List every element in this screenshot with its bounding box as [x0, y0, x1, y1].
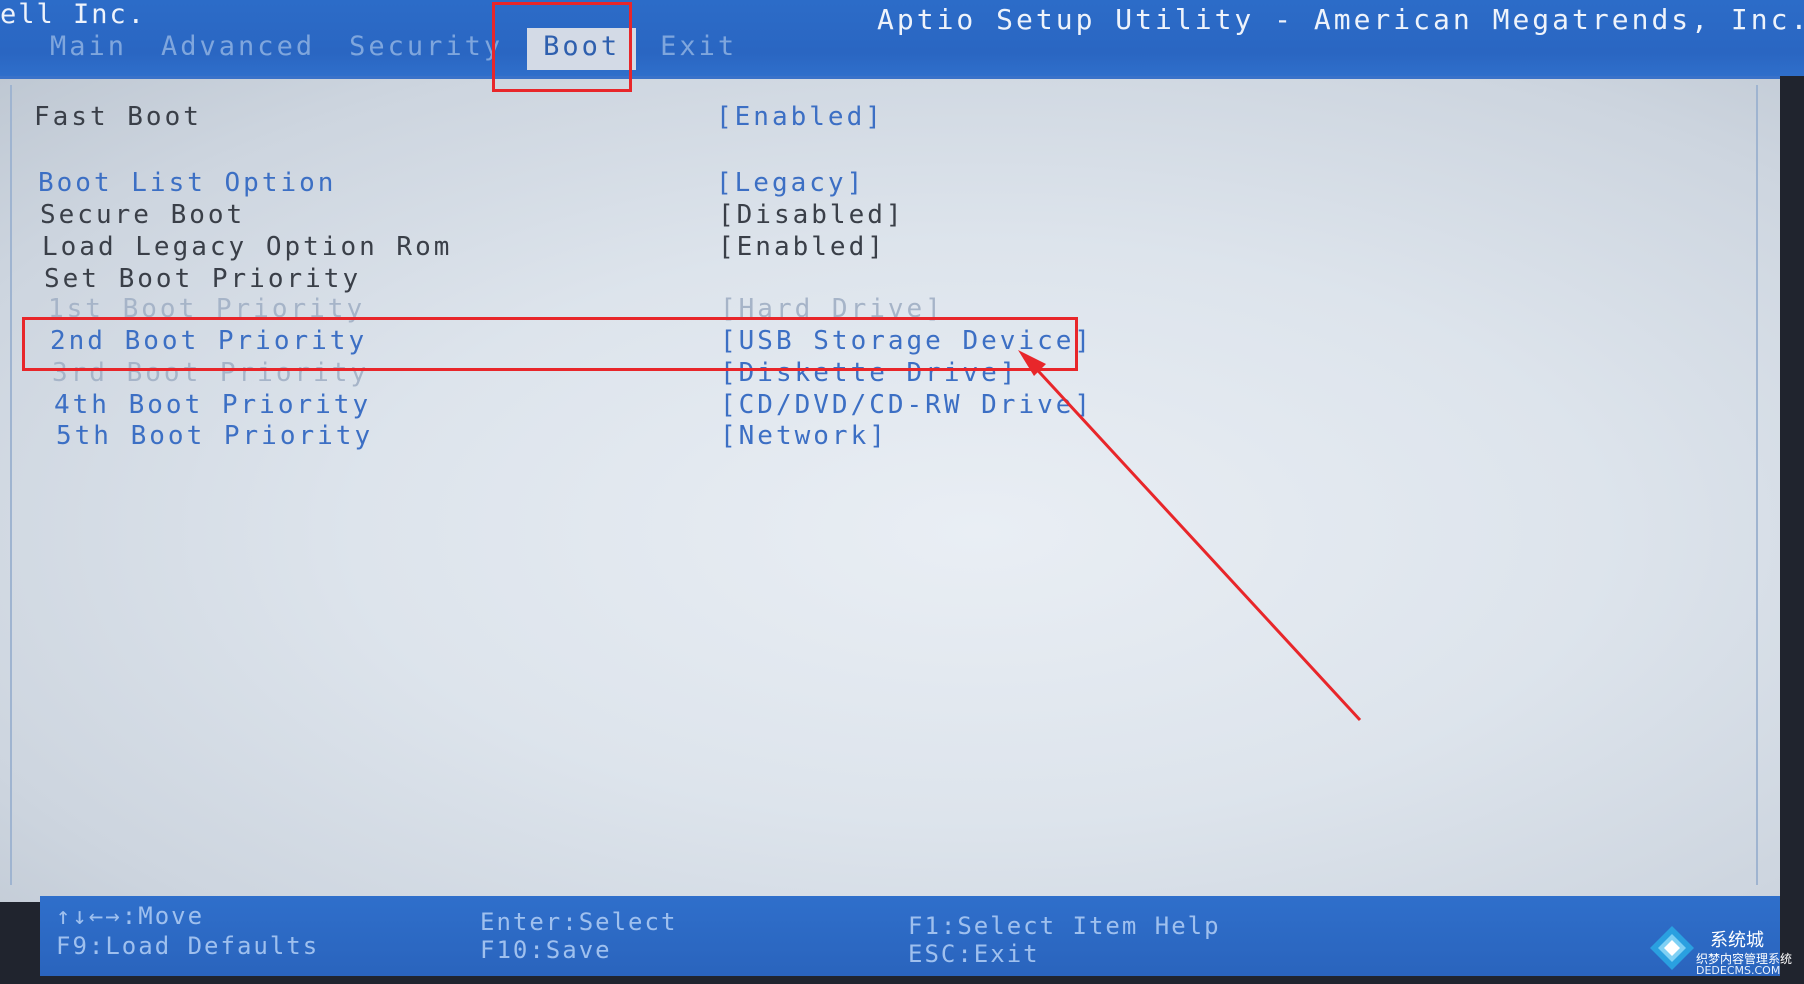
setting-label: Boot List Option [38, 168, 337, 198]
utility-title: Aptio Setup Utility - American Megatrend… [877, 3, 1804, 36]
row-highlight-box [22, 317, 1078, 371]
watermark-url: DEDECMS.COM [1696, 964, 1781, 977]
setting-value[interactable]: [Legacy] [716, 167, 865, 199]
setting-label: Set Boot Priority [44, 264, 362, 294]
setting-row-boot-list-option[interactable]: Boot List Option [Legacy] [0, 167, 1780, 199]
tab-main[interactable]: Main [40, 30, 137, 70]
settings-panel: Fast Boot [Enabled] Boot List Option [Le… [0, 76, 1780, 902]
hint-save: F10:Save [480, 936, 612, 964]
tab-security[interactable]: Security [339, 30, 513, 70]
bios-screen: ell Inc. Aptio Setup Utility - American … [0, 0, 1804, 984]
hint-exit: ESC:Exit [908, 940, 1040, 968]
setting-row-load-legacy-option-rom[interactable]: Load Legacy Option Rom [Enabled] [0, 231, 1780, 263]
setting-label: Fast Boot [34, 102, 202, 132]
watermark-brand: 系统城 [1710, 930, 1764, 951]
setting-label: 5th Boot Priority [56, 421, 374, 451]
setting-row-set-boot-priority: Set Boot Priority [0, 263, 1780, 295]
tab-highlight-box [492, 2, 632, 92]
setting-row-5th-boot-priority[interactable]: 5th Boot Priority [Network] [0, 420, 1780, 452]
setting-label: Secure Boot [40, 200, 246, 230]
hint-load-defaults: F9:Load Defaults [56, 932, 320, 960]
setting-value[interactable]: [Disabled] [718, 199, 905, 231]
setting-value[interactable]: [Network] [720, 420, 888, 452]
setting-label: Load Legacy Option Rom [42, 232, 453, 262]
setting-label: 4th Boot Priority [54, 390, 372, 420]
setting-row-fast-boot[interactable]: Fast Boot [Enabled] [0, 101, 1780, 133]
vendor-name: ell Inc. [0, 0, 147, 30]
setting-row-secure-boot[interactable]: Secure Boot [Disabled] [0, 199, 1780, 231]
setting-row-4th-boot-priority[interactable]: 4th Boot Priority [CD/DVD/CD-RW Drive] [0, 389, 1780, 421]
setting-value[interactable]: [Enabled] [718, 231, 886, 263]
hint-move: ↑↓←→:Move [56, 902, 205, 930]
header-bar: ell Inc. Aptio Setup Utility - American … [0, 0, 1804, 76]
setting-value[interactable]: [CD/DVD/CD-RW Drive] [720, 389, 1093, 421]
hint-item-help: F1:Select Item Help [908, 912, 1221, 940]
tab-advanced[interactable]: Advanced [151, 30, 325, 70]
tab-bar: Main Advanced Security Boot Exit [40, 28, 761, 70]
tab-exit[interactable]: Exit [650, 30, 747, 70]
setting-value[interactable]: [Enabled] [716, 101, 884, 133]
footer-bar: ↑↓←→:Move F9:Load Defaults Enter:Select … [40, 896, 1780, 976]
hint-enter-select: Enter:Select [480, 908, 678, 936]
